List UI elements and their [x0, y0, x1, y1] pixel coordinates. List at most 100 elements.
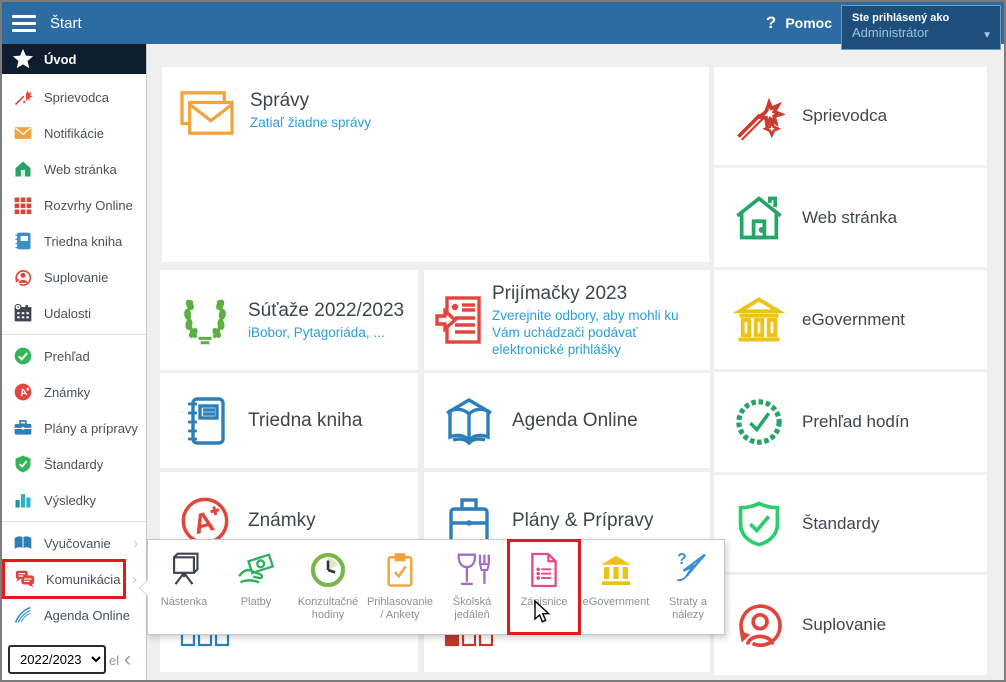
tile-agenda-online[interactable]: Agenda Online — [424, 373, 710, 468]
sidebar-item-label: Výsledky — [44, 493, 96, 508]
sidebar-item-suplovanie[interactable]: Suplovanie — [2, 259, 146, 295]
popup-item-prihlasovanie-ankety[interactable]: Prihlasovanie / Ankety — [364, 540, 436, 634]
popup-item-label: Prihlasovanie / Ankety — [364, 596, 436, 622]
laurel-wreath-icon — [176, 294, 234, 346]
sidebar-item-plany-a-pripravy[interactable]: Plány a prípravy — [2, 410, 146, 446]
hamburger-menu-icon[interactable] — [12, 11, 36, 36]
popup-item-straty-a-nalezy[interactable]: ? Straty a nálezy — [652, 540, 724, 634]
glass-fork-icon — [453, 550, 491, 590]
sidebar-item-label: Sprievodca — [44, 90, 109, 105]
house-icon — [12, 158, 34, 180]
sidebar-item-prehlad[interactable]: Prehľad — [2, 338, 146, 374]
sidebar-item-label: Vyučovanie — [44, 536, 111, 551]
open-book-roof-icon — [440, 395, 498, 447]
popup-item-label: Školská jedáleň — [436, 596, 508, 622]
popup-item-platby[interactable]: Platby — [220, 540, 292, 634]
sidebar-item-label: Plány a prípravy — [44, 421, 138, 436]
popup-item-label: Zápisnice — [520, 596, 567, 609]
sidebar-item-label: Prehľad — [44, 349, 90, 364]
magic-wand-icon — [12, 86, 34, 108]
envelopes-icon — [178, 89, 236, 139]
tile-egovernment[interactable]: eGovernment — [714, 270, 987, 369]
sidebar-divider — [2, 521, 146, 522]
sidebar-item-label: Udalosti — [44, 306, 91, 321]
sidebar-item-label: Komunikácia — [46, 572, 120, 587]
tile-spravy[interactable]: Správy Zatiaľ žiadne správy — [162, 67, 709, 262]
sidebar-item-vyucovanie[interactable]: Vyučovanie › — [2, 525, 146, 561]
check-circle-icon — [12, 345, 34, 367]
sidebar-item-vysledky[interactable]: Výsledky — [2, 482, 146, 518]
clock-icon — [309, 550, 347, 590]
notebook-icon — [176, 395, 234, 447]
grade-a-plus-icon: A — [12, 381, 34, 403]
partial-label: el — [109, 653, 119, 668]
timetable-grid-icon — [12, 194, 34, 216]
sidebar-item-notifikacie[interactable]: Notifikácie — [2, 115, 146, 151]
tile-subtitle-link[interactable]: Zatiaľ žiadne správy — [250, 114, 371, 131]
popup-item-egovernment[interactable]: eGovernment — [580, 540, 652, 634]
sidebar-item-label: Notifikácie — [44, 126, 104, 141]
tile-title: Prehľad hodín — [802, 410, 909, 434]
tile-triedna-kniha[interactable]: Triedna kniha — [160, 373, 418, 468]
sidebar-item-sprievodca[interactable]: Sprievodca — [2, 79, 146, 115]
sidebar-item-label: Úvod — [44, 52, 77, 67]
sidebar-item-udalosti[interactable]: Udalosti — [2, 295, 146, 331]
school-year-select[interactable]: 2022/2023 — [8, 645, 106, 674]
tile-standardy[interactable]: Štandardy — [714, 475, 987, 572]
user-role-value: Administrátor — [852, 25, 992, 41]
shield-check-icon — [12, 453, 34, 475]
tile-sprievodca[interactable]: Sprievodca — [714, 67, 987, 165]
sidebar-item-uvod[interactable]: Úvod — [2, 44, 146, 74]
popup-item-konzultacne-hodiny[interactable]: Konzultačné hodiny — [292, 540, 364, 634]
grid-squares-icon — [440, 631, 498, 661]
bar-chart-icon — [12, 489, 34, 511]
sidebar-item-label: Triedna kniha — [44, 234, 122, 249]
envelope-icon — [12, 122, 34, 144]
sidebar-item-label: Známky — [44, 385, 90, 400]
bank-building-icon — [598, 550, 634, 590]
tile-suplovanie[interactable]: Suplovanie — [714, 575, 987, 675]
magic-wand-icon — [730, 90, 788, 142]
bank-building-icon — [730, 294, 788, 346]
tile-title: Súťaže 2022/2023 — [248, 299, 404, 323]
tile-sutaze[interactable]: Súťaže 2022/2023 iBobor, Pytagoriáda, ..… — [160, 270, 418, 370]
popup-item-skolska-jedalen[interactable]: Školská jedáleň — [436, 540, 508, 634]
sidebar: Úvod Sprievodca Notifikácie Web stránka — [2, 44, 147, 680]
sidebar-item-web-stranka[interactable]: Web stránka — [2, 151, 146, 187]
tile-title: Známky — [248, 509, 316, 533]
chevron-right-icon: › — [132, 571, 138, 588]
tile-title: Triedna kniha — [248, 409, 362, 433]
sidebar-item-agenda-online[interactable]: Agenda Online — [2, 597, 146, 633]
tile-subtitle-link[interactable]: iBobor, Pytagoriáda, ... — [248, 324, 404, 341]
sidebar-item-triedna-kniha[interactable]: Triedna kniha — [2, 223, 146, 259]
grid-squares-icon — [176, 631, 234, 661]
popup-item-label: Konzultačné hodiny — [292, 596, 364, 622]
popup-arrow — [140, 580, 148, 596]
chevron-right-icon: › — [133, 535, 138, 552]
logged-in-user-dropdown[interactable]: Ste prihlásený ako Administrátor ▼ — [841, 5, 1001, 50]
person-refresh-icon — [12, 266, 34, 288]
sidebar-item-komunikacia[interactable]: Komunikácia — [4, 561, 124, 597]
sidebar-item-label: Web stránka — [44, 162, 117, 177]
chat-bubbles-icon — [14, 568, 36, 590]
sidebar-item-standardy[interactable]: Štandardy — [2, 446, 146, 482]
tile-prijimacky[interactable]: Prijímačky 2023 Zverejnite odbory, aby m… — [424, 270, 710, 370]
quill-pen-icon — [12, 604, 34, 626]
application-document-icon — [434, 294, 484, 346]
sidebar-item-znamky[interactable]: A Známky — [2, 374, 146, 410]
tile-web-stranka[interactable]: Web stránka — [714, 168, 987, 267]
help-button[interactable]: ? Pomoc — [766, 2, 832, 44]
collapse-sidebar-icon[interactable]: ‹ — [124, 648, 131, 672]
sidebar-item-label: Suplovanie — [44, 270, 108, 285]
sidebar-item-rozvrhy-online[interactable]: Rozvrhy Online — [2, 187, 146, 223]
chevron-down-icon: ▼ — [982, 30, 992, 41]
minutes-document-icon — [528, 550, 560, 590]
popup-item-nastenka[interactable]: Nástenka — [148, 540, 220, 634]
star-icon — [12, 48, 34, 70]
calendar-icon — [12, 302, 34, 324]
tile-subtitle-link[interactable]: Zverejnite odbory, aby mohli ku Vám uchá… — [492, 307, 700, 358]
popup-item-zapisnice[interactable]: Zápisnice — [508, 540, 580, 634]
tile-prehlad-hodin[interactable]: Prehľad hodín — [714, 372, 987, 472]
tile-title: Web stránka — [802, 206, 897, 230]
svg-text:?: ? — [677, 551, 686, 568]
